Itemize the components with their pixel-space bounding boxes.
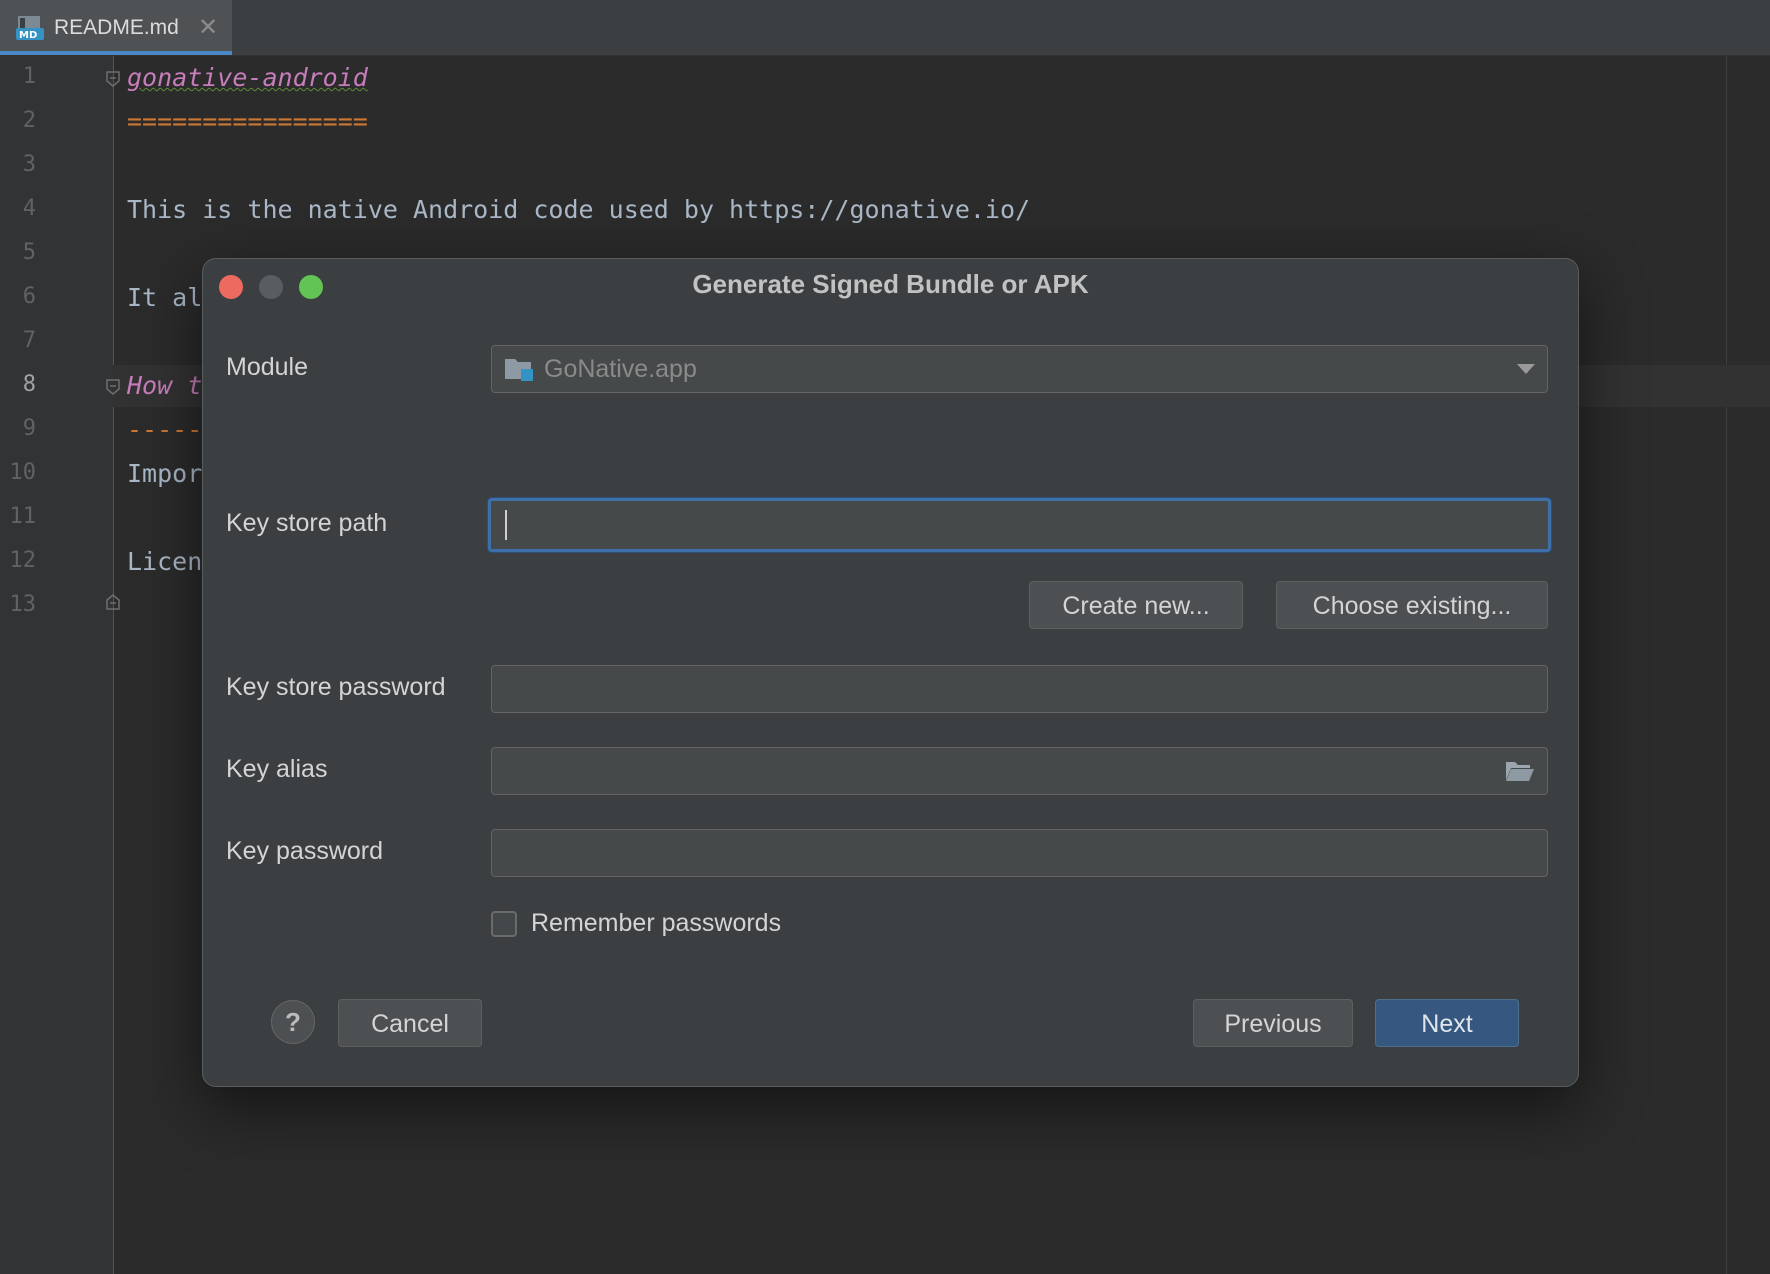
markdown-file-icon: MD xyxy=(16,16,44,41)
line-number: 11 xyxy=(9,504,37,529)
code-line-9[interactable]: ----- xyxy=(127,415,202,444)
editor-tab-bar: MD README.md ✕ xyxy=(0,0,1770,56)
code-line-12[interactable]: Licen xyxy=(127,547,202,576)
fold-toggle-icon[interactable] xyxy=(106,71,120,87)
line-number: 7 xyxy=(22,328,36,353)
line-number: 2 xyxy=(22,108,36,133)
line-number: 13 xyxy=(9,592,37,617)
line-number: 12 xyxy=(9,548,37,573)
key-store-password-label: Key store password xyxy=(226,673,446,701)
key-store-path-field[interactable] xyxy=(488,498,1551,552)
line-number: 6 xyxy=(22,284,36,309)
text-caret xyxy=(505,510,507,540)
line-number-active: 8 xyxy=(22,372,36,397)
svg-text:MD: MD xyxy=(19,30,37,41)
line-number: 5 xyxy=(22,240,36,265)
gutter-divider xyxy=(113,56,114,1274)
next-button[interactable]: Next xyxy=(1375,999,1519,1047)
remember-passwords-label[interactable]: Remember passwords xyxy=(531,909,781,938)
code-line-10[interactable]: Impor xyxy=(127,459,202,488)
browse-folder-icon[interactable] xyxy=(1505,758,1535,784)
right-margin-guide xyxy=(1726,56,1727,1274)
module-combobox[interactable]: GoNative.app xyxy=(491,345,1548,393)
chevron-down-icon[interactable] xyxy=(1517,364,1535,374)
key-alias-input[interactable] xyxy=(492,748,1547,794)
previous-button[interactable]: Previous xyxy=(1193,999,1353,1047)
line-number: 3 xyxy=(22,152,36,177)
help-button[interactable]: ? xyxy=(271,1000,315,1044)
fold-end-icon[interactable] xyxy=(106,594,120,610)
module-folder-icon xyxy=(505,359,533,381)
tab-label: README.md xyxy=(54,16,179,39)
key-password-input[interactable] xyxy=(492,830,1547,876)
code-line-8[interactable]: How t xyxy=(127,371,202,400)
code-line-1[interactable]: gonative-android xyxy=(127,63,368,92)
line-number: 1 xyxy=(22,64,36,89)
remember-passwords-checkbox[interactable] xyxy=(491,911,517,937)
line-number: 9 xyxy=(22,416,36,441)
close-icon[interactable]: ✕ xyxy=(198,13,218,42)
key-store-password-field[interactable] xyxy=(491,665,1548,713)
line-number-gutter xyxy=(0,56,113,1274)
key-alias-label: Key alias xyxy=(226,755,328,783)
key-password-label: Key password xyxy=(226,837,384,865)
choose-existing-button[interactable]: Choose existing... xyxy=(1276,581,1548,629)
key-password-field[interactable] xyxy=(491,829,1548,877)
key-store-path-label: Key store path xyxy=(226,509,388,537)
module-value: GoNative.app xyxy=(544,355,697,383)
tab-readme[interactable]: MD README.md ✕ xyxy=(0,0,232,55)
line-number: 4 xyxy=(22,196,36,221)
cancel-button[interactable]: Cancel xyxy=(338,999,482,1047)
module-label: Module xyxy=(226,353,308,381)
key-store-password-input[interactable] xyxy=(492,666,1547,712)
code-line-6[interactable]: It al xyxy=(127,283,202,312)
line-number: 10 xyxy=(9,460,37,485)
create-new-button[interactable]: Create new... xyxy=(1029,581,1243,629)
code-line-2[interactable]: ================ xyxy=(127,107,368,136)
key-store-path-input[interactable] xyxy=(491,501,1548,549)
key-alias-field[interactable] xyxy=(491,747,1548,795)
generate-signed-bundle-dialog: Generate Signed Bundle or APK Module GoN… xyxy=(202,258,1579,1087)
code-line-4[interactable]: This is the native Android code used by … xyxy=(127,195,1030,224)
fold-toggle-icon[interactable] xyxy=(106,379,120,395)
dialog-title: Generate Signed Bundle or APK xyxy=(692,269,1089,299)
